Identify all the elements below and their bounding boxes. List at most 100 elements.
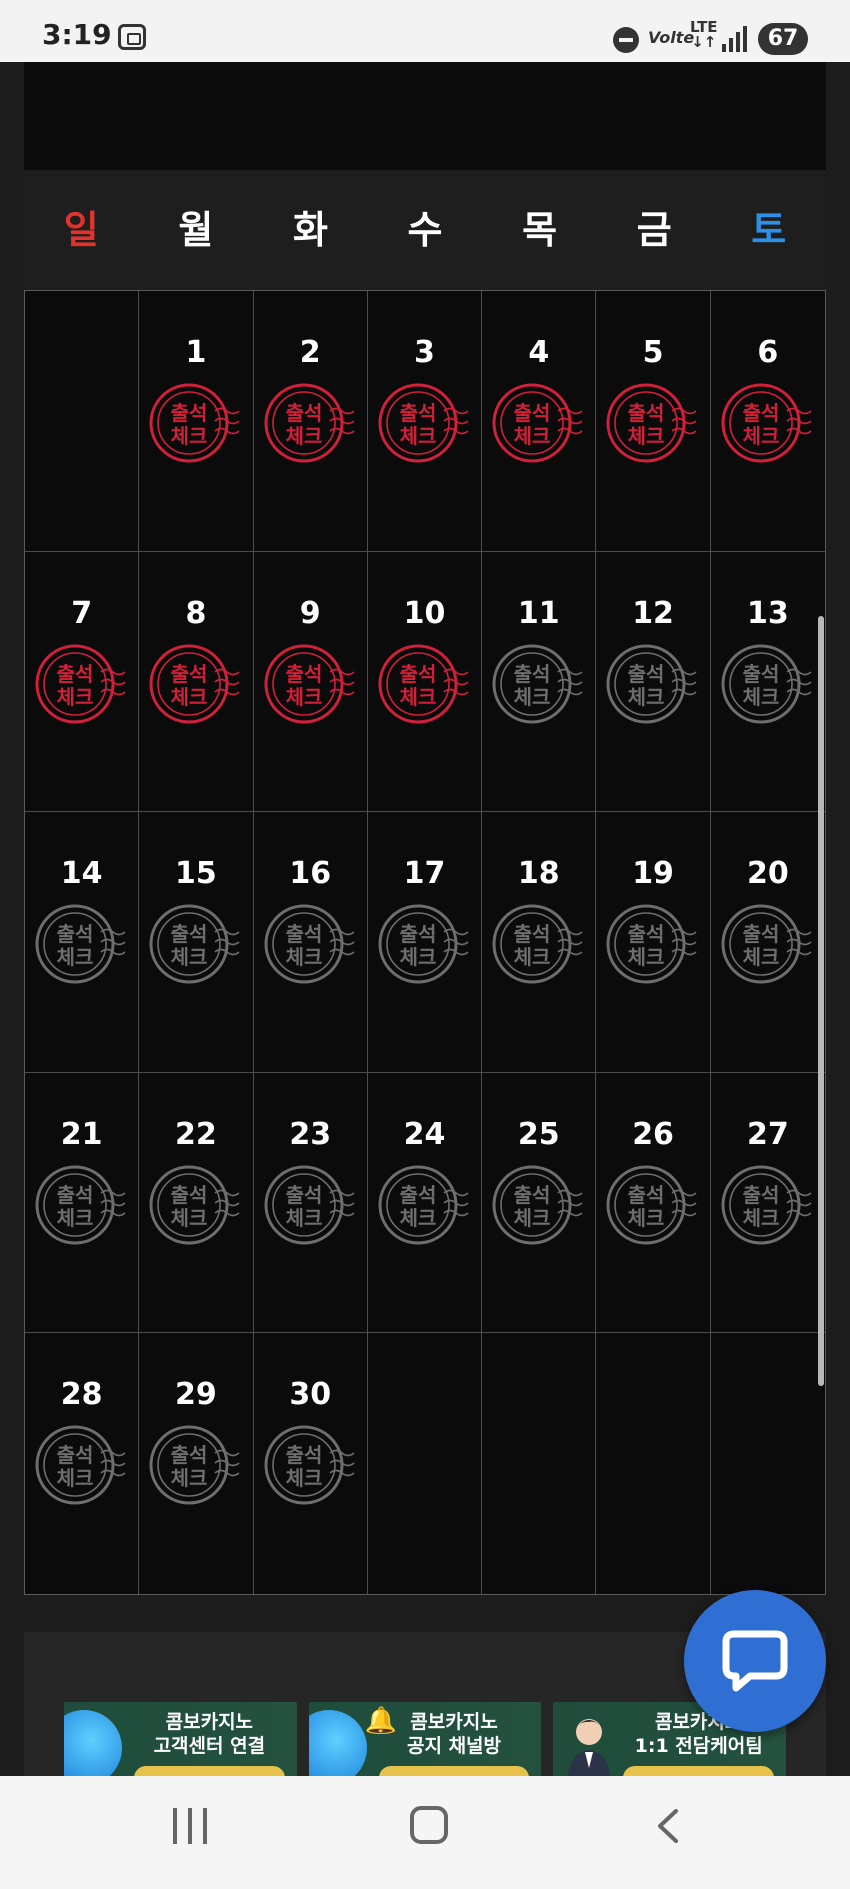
- stamp-icon: 출석체크: [149, 644, 240, 724]
- stamp-icon: 출석체크: [721, 644, 812, 724]
- recent-apps-icon[interactable]: [173, 1808, 209, 1844]
- attendance-stamp-checked: 출석 체크: [145, 642, 245, 726]
- calendar-day-cell: 4 출석 체크: [482, 291, 597, 552]
- stamp-icon: 출석체크: [149, 904, 240, 984]
- stamp-text-bottom: 체크: [285, 424, 322, 448]
- stamp-icon: 출석체크: [606, 644, 697, 724]
- calendar-day-cell: 19 출석 체크: [596, 812, 711, 1073]
- lte-indicator: LTE ↓↑: [690, 18, 718, 51]
- calendar-empty-cell: [711, 1333, 825, 1594]
- banner-title: 콤보카지노 공지 채널방: [371, 1710, 538, 1758]
- banner-title-line2: 공지 채널방: [407, 1735, 502, 1757]
- calendar-day-cell: 22 출석 체크: [139, 1072, 254, 1334]
- banner-button[interactable]: [134, 1766, 285, 1776]
- stamp-text-top: 출석: [628, 922, 665, 946]
- stamp-text-top: 출석: [57, 922, 94, 946]
- stamp-icon: 출석체크: [149, 1425, 240, 1505]
- stamp-text-bottom: 체크: [285, 1466, 322, 1490]
- weekday-fri: 금: [636, 208, 672, 252]
- stamp-icon: 출석체크: [721, 904, 812, 984]
- scrollbar[interactable]: [818, 616, 824, 1386]
- stamp-icon: 출석체크: [264, 1425, 355, 1505]
- stamp-icon: 출석체크: [149, 1165, 240, 1245]
- day-number: 3: [414, 335, 435, 370]
- banner-title-line2: 고객센터 연결: [153, 1735, 266, 1757]
- stamp-text-top: 출석: [285, 401, 322, 425]
- stamp-text-bottom: 체크: [399, 424, 436, 448]
- calendar-day-cell: 2 출석 체크: [253, 291, 368, 552]
- stamp-text-top: 출석: [171, 401, 208, 425]
- weekday-header: 일 월 화 수 목 금 토: [24, 170, 826, 290]
- notice-channel-banner[interactable]: 🔔 콤보카지노 공지 채널방: [308, 1702, 542, 1776]
- calendar-day-cell: 20 출석 체크: [710, 812, 825, 1073]
- stamp-text-top: 출석: [171, 1443, 208, 1467]
- day-number: 15: [175, 856, 217, 892]
- agent-avatar: [568, 1719, 611, 1776]
- day-number: 18: [517, 856, 560, 892]
- chat-bubble-icon: [722, 1630, 788, 1692]
- stamp-icon: 출석체크: [492, 644, 583, 724]
- banner-button[interactable]: [378, 1766, 530, 1776]
- stamp-icon: 출석체크: [149, 383, 240, 463]
- calendar-empty-cell: [25, 291, 140, 552]
- attendance-stamp-unchecked: 출석 체크: [145, 1423, 245, 1507]
- stamp-text-top: 출석: [399, 1183, 436, 1207]
- stamp-text-top: 출석: [171, 922, 208, 946]
- stamp-text-top: 출석: [399, 662, 436, 686]
- stamp-text-top: 출석: [628, 662, 665, 686]
- attendance-stamp-unchecked: 출석 체크: [145, 902, 245, 986]
- day-number: 22: [175, 1116, 217, 1152]
- calendar-empty-cell: [482, 1333, 597, 1594]
- day-number: 30: [289, 1377, 332, 1413]
- banner-row: 콤보카지노 고객센터 연결 🔔 콤보카지노 공지 채널방 콤보카지노 1:1 전…: [64, 1702, 786, 1776]
- day-number: 29: [175, 1377, 217, 1413]
- customer-center-banner[interactable]: 콤보카지노 고객센터 연결: [64, 1702, 297, 1776]
- calendar-day-cell: 23 출석 체크: [253, 1072, 368, 1334]
- stamp-text-bottom: 체크: [285, 945, 322, 969]
- day-number: 28: [60, 1377, 103, 1413]
- calendar-day-cell: 30 출석 체크: [254, 1333, 368, 1594]
- stamp-text-bottom: 체크: [742, 424, 779, 448]
- stamp-text-bottom: 체크: [514, 945, 551, 969]
- calendar-day-cell: 18 출석 체크: [482, 812, 597, 1073]
- home-icon[interactable]: [410, 1806, 448, 1844]
- calendar-day-cell: 25 출석 체크: [482, 1072, 597, 1334]
- stamp-text-bottom: 체크: [171, 424, 208, 448]
- calendar-day-cell: 11 출석 체크: [482, 551, 597, 813]
- day-number: 23: [289, 1116, 332, 1152]
- day-number: 12: [632, 595, 674, 631]
- day-number: 6: [757, 335, 779, 370]
- day-number: 2: [299, 335, 321, 370]
- stamp-icon: 출석체크: [264, 644, 355, 724]
- weekday-mon: 월: [178, 208, 214, 252]
- day-number: 19: [632, 856, 674, 892]
- chat-button[interactable]: [684, 1590, 826, 1732]
- stamp-text-bottom: 체크: [514, 1206, 551, 1230]
- stamp-text-top: 출석: [628, 1183, 665, 1207]
- banner-title-line2: 1:1 전담케어팀: [634, 1735, 763, 1757]
- attendance-stamp-unchecked: 출석 체크: [374, 902, 474, 986]
- weekday-wed: 수: [407, 208, 443, 252]
- calendar-day-cell: 26 출석 체크: [596, 1072, 711, 1334]
- attendance-stamp-checked: 출석 체크: [145, 381, 245, 465]
- do-not-disturb-icon: [613, 27, 639, 53]
- stamp-text-top: 출석: [57, 662, 94, 686]
- weekday-tue: 화: [292, 208, 328, 252]
- stamp-text-bottom: 체크: [742, 945, 779, 969]
- day-number: 27: [746, 1116, 789, 1152]
- stamp-icon: 출석체크: [264, 383, 355, 463]
- status-bar: 3:19 Volte LTE ↓↑ 67: [0, 0, 850, 62]
- day-number: 16: [289, 856, 332, 892]
- stamp-icon: 출석체크: [492, 383, 583, 463]
- weekday-thu: 목: [522, 208, 558, 252]
- stamp-text-top: 출석: [57, 1183, 94, 1207]
- attendance-stamp-unchecked: 출석 체크: [602, 642, 702, 726]
- banner-button[interactable]: [623, 1766, 775, 1776]
- back-icon[interactable]: [650, 1808, 686, 1844]
- stamp-text-bottom: 체크: [57, 1206, 94, 1230]
- stamp-text-bottom: 체크: [742, 685, 779, 709]
- stamp-text-bottom: 체크: [57, 1466, 94, 1490]
- stamp-text-top: 출석: [285, 1183, 322, 1207]
- attendance-stamp-unchecked: 출석 체크: [717, 1163, 817, 1247]
- attendance-stamp-unchecked: 출석 체크: [488, 642, 588, 726]
